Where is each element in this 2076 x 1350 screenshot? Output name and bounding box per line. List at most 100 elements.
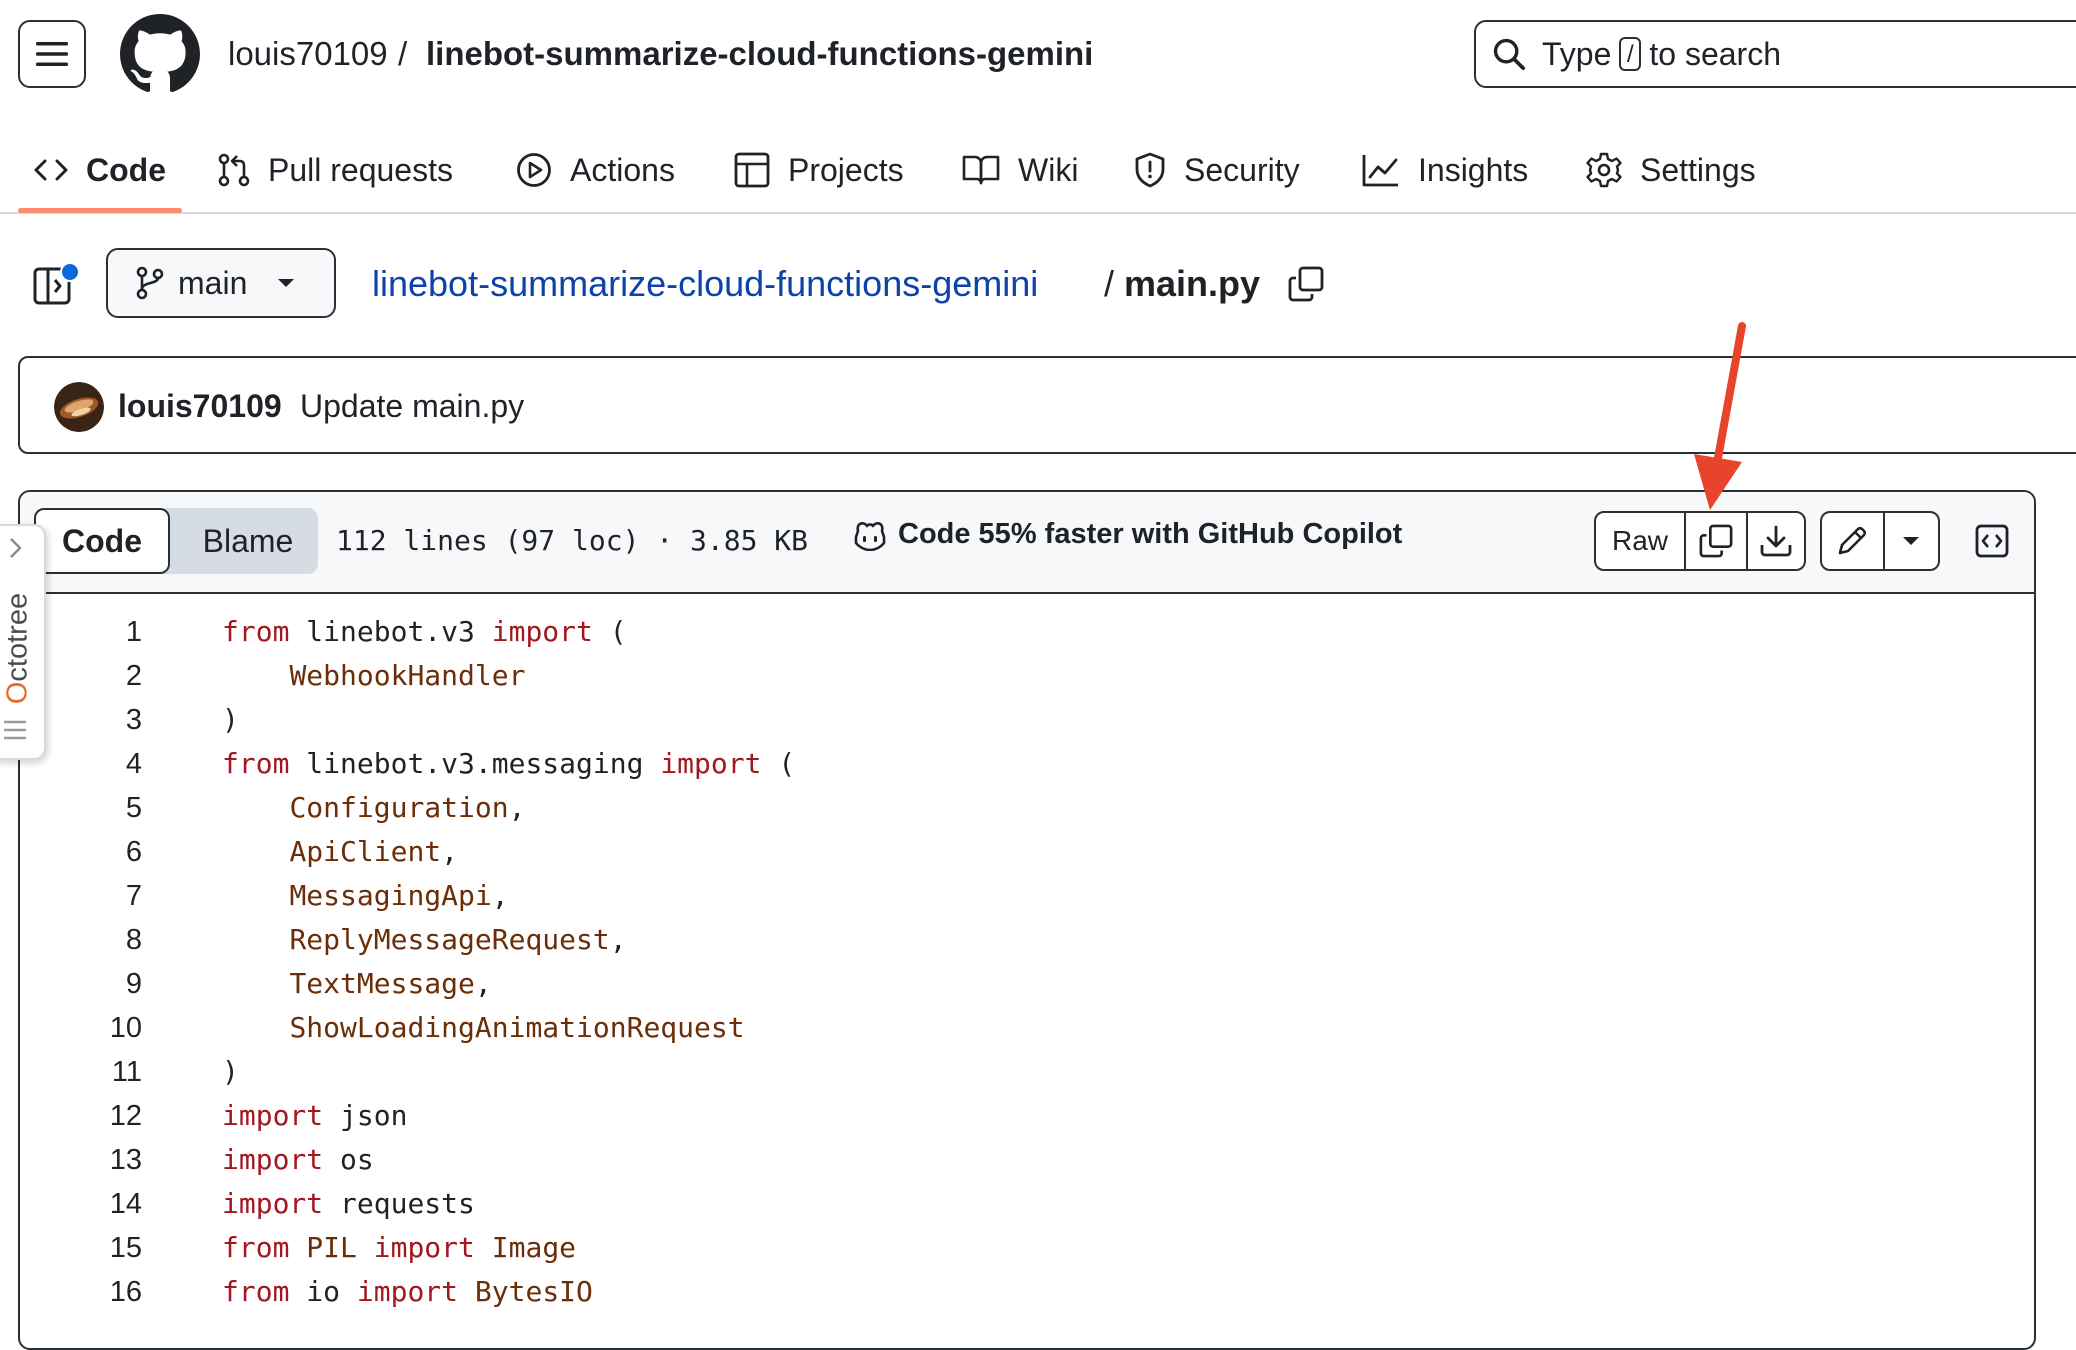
- octotree-panel-toggle[interactable]: Octotree: [0, 524, 46, 760]
- tab-security[interactable]: Security: [1134, 128, 1300, 212]
- code-text: ): [222, 1055, 239, 1088]
- tab-wiki-label: Wiki: [1018, 151, 1079, 188]
- copy-icon: [1699, 524, 1733, 558]
- download-icon: [1760, 525, 1792, 557]
- line-number[interactable]: 6: [20, 830, 142, 874]
- hamburger-icon: [36, 42, 68, 66]
- tab-actions[interactable]: Actions: [516, 128, 675, 212]
- line-number[interactable]: 14: [20, 1182, 142, 1226]
- code-icon: [34, 159, 68, 181]
- search-shortcut-key: /: [1619, 37, 1642, 71]
- code-text: WebhookHandler: [289, 659, 526, 692]
- code-text: Configuration,: [289, 791, 526, 824]
- tab-pull-requests[interactable]: Pull requests: [218, 128, 453, 212]
- download-raw-button[interactable]: [1746, 513, 1804, 569]
- commit-author[interactable]: louis70109: [118, 384, 282, 428]
- code-text: ApiClient,: [289, 835, 459, 868]
- path-separator: /: [1104, 263, 1115, 304]
- line-number[interactable]: 13: [20, 1138, 142, 1182]
- tab-insights[interactable]: Insights: [1362, 128, 1528, 212]
- search-icon: [1493, 38, 1526, 71]
- graph-icon: [1362, 155, 1398, 187]
- code-view-button[interactable]: Code: [34, 508, 170, 574]
- edit-actions-group: [1820, 511, 1940, 571]
- code-text: TextMessage,: [289, 967, 492, 1000]
- path-filename: main.py: [1124, 263, 1261, 304]
- breadcrumb-separator: /: [398, 35, 408, 72]
- path-repo-link[interactable]: linebot-summarize-cloud-functions-gemini: [372, 258, 1038, 310]
- breadcrumb-owner[interactable]: louis70109: [228, 30, 388, 78]
- blame-view-button[interactable]: Blame: [178, 508, 318, 574]
- line-number[interactable]: 16: [20, 1270, 142, 1314]
- caret-down-icon: [278, 279, 295, 287]
- copilot-icon: [854, 521, 886, 551]
- tab-projects[interactable]: Projects: [734, 128, 904, 212]
- line-number[interactable]: 7: [20, 874, 142, 918]
- search-input[interactable]: Type / to search: [1474, 20, 2076, 88]
- file-info: 112 lines (97 loc) · 3.85 KB: [336, 524, 809, 557]
- branch-selector[interactable]: main: [106, 248, 336, 318]
- branch-name: main: [178, 264, 248, 301]
- tab-code-label: Code: [86, 151, 166, 188]
- tab-settings-label: Settings: [1640, 151, 1756, 188]
- pencil-icon: [1839, 526, 1867, 555]
- drag-handle-icon: [4, 720, 26, 740]
- tab-insights-label: Insights: [1418, 151, 1529, 188]
- symbols-panel-button[interactable]: [1962, 511, 2022, 571]
- raw-actions-group: Raw: [1594, 511, 1806, 571]
- annotation-arrow: [1680, 318, 1760, 518]
- octotree-label: Octotree: [1, 592, 34, 705]
- breadcrumb-repo[interactable]: linebot-summarize-cloud-functions-gemini: [426, 30, 1093, 78]
- gear-icon: [1586, 152, 1622, 188]
- git-branch-icon: [136, 266, 164, 300]
- code-text: MessagingApi,: [289, 879, 509, 912]
- tab-actions-label: Actions: [570, 151, 675, 188]
- commit-message[interactable]: Update main.py: [300, 384, 524, 428]
- avatar[interactable]: [54, 382, 104, 432]
- edit-file-button[interactable]: [1822, 513, 1883, 569]
- line-number[interactable]: 9: [20, 962, 142, 1006]
- code-text: from linebot.v3 import (: [222, 615, 627, 648]
- code-text: from linebot.v3.messaging import (: [222, 747, 796, 780]
- line-number[interactable]: 8: [20, 918, 142, 962]
- book-icon: [962, 155, 1000, 185]
- copilot-banner[interactable]: Code 55% faster with GitHub Copilot: [852, 518, 1402, 551]
- tab-projects-label: Projects: [788, 151, 904, 188]
- code-text: ): [222, 703, 239, 736]
- search-prefix: Type: [1542, 35, 1612, 72]
- play-icon: [517, 153, 551, 187]
- search-suffix: to search: [1649, 35, 1781, 72]
- table-icon: [734, 152, 770, 188]
- tab-security-label: Security: [1184, 151, 1300, 188]
- tab-wiki[interactable]: Wiki: [962, 128, 1078, 212]
- menu-button[interactable]: [18, 20, 86, 88]
- code-text: ReplyMessageRequest,: [289, 923, 627, 956]
- github-logo-icon[interactable]: [120, 14, 200, 94]
- raw-label: Raw: [1611, 525, 1668, 556]
- copy-path-button[interactable]: [1288, 266, 1324, 302]
- code-text: import os: [222, 1143, 374, 1176]
- line-number[interactable]: 15: [20, 1226, 142, 1270]
- tab-code[interactable]: Code: [34, 128, 166, 212]
- copilot-text: Code 55% faster with GitHub Copilot: [898, 518, 1403, 550]
- copy-raw-button[interactable]: [1684, 513, 1746, 569]
- code-text: import requests: [222, 1187, 475, 1220]
- code-text: import json: [222, 1099, 408, 1132]
- code-text: from io import BytesIO: [222, 1275, 593, 1308]
- tab-settings[interactable]: Settings: [1586, 128, 1756, 212]
- shield-icon: [1135, 152, 1165, 188]
- pull-request-icon: [218, 153, 250, 187]
- raw-button[interactable]: Raw: [1596, 513, 1684, 569]
- active-tab-indicator: [18, 208, 182, 213]
- code-square-icon: [1975, 524, 2009, 558]
- edit-options-dropdown[interactable]: [1882, 513, 1938, 569]
- caret-down-icon: [1903, 537, 1920, 545]
- line-number[interactable]: 11: [20, 1050, 142, 1094]
- line-number[interactable]: 12: [20, 1094, 142, 1138]
- chevron-right-icon: [10, 538, 22, 558]
- line-number[interactable]: 10: [20, 1006, 142, 1050]
- notification-dot: [60, 262, 80, 282]
- tab-pull-requests-label: Pull requests: [268, 151, 453, 188]
- line-number[interactable]: 5: [20, 786, 142, 830]
- code-text: ShowLoadingAnimationRequest: [289, 1011, 745, 1044]
